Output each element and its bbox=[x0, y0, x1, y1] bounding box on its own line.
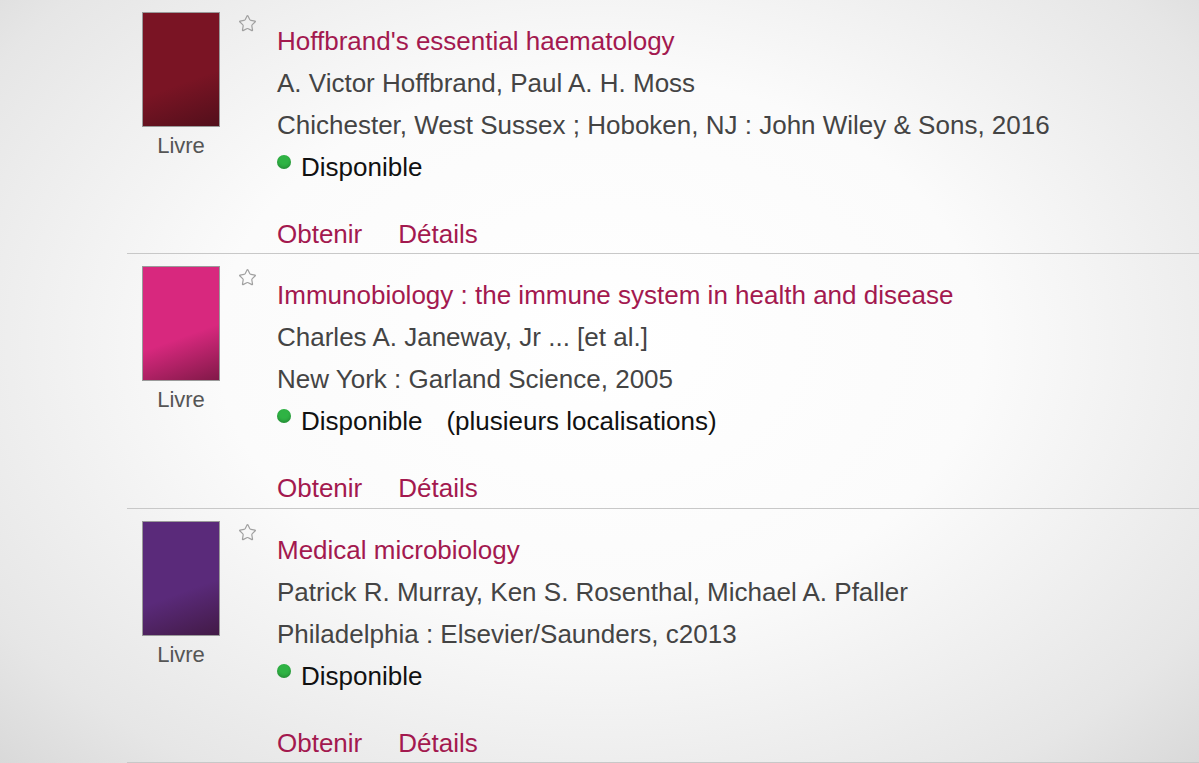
result-publication: New York : Garland Science, 2005 bbox=[277, 358, 953, 400]
book-cover[interactable] bbox=[142, 266, 220, 381]
type-label: Livre bbox=[157, 642, 205, 668]
action-link[interactable]: Obtenir bbox=[277, 467, 362, 509]
result-body: Hoffbrand's essential haematologyA. Vict… bbox=[277, 20, 1050, 255]
availability: Disponible bbox=[277, 146, 1050, 188]
result-title[interactable]: Immunobiology : the immune system in hea… bbox=[277, 274, 953, 316]
action-link[interactable]: Détails bbox=[398, 467, 477, 509]
availability: Disponible (plusieurs localisations) bbox=[277, 400, 953, 442]
cover-column: Livre bbox=[142, 12, 220, 159]
favorite-button[interactable] bbox=[238, 268, 258, 287]
favorite-button[interactable] bbox=[238, 14, 258, 33]
result-body: Immunobiology : the immune system in hea… bbox=[277, 274, 953, 509]
result-authors: A. Victor Hoffbrand, Paul A. H. Moss bbox=[277, 62, 1050, 104]
result-publication: Philadelphia : Elsevier/Saunders, c2013 bbox=[277, 613, 908, 655]
result-authors: Charles A. Janeway, Jr ... [et al.] bbox=[277, 316, 953, 358]
result-title[interactable]: Medical microbiology bbox=[277, 529, 908, 571]
cover-column: Livre bbox=[142, 521, 220, 668]
result-actions: Obtenir Détails bbox=[277, 213, 1050, 255]
results-list: Livre Hoffbrand's essential haematologyA.… bbox=[0, 0, 1199, 763]
result-actions: Obtenir Détails bbox=[277, 467, 953, 509]
star-icon[interactable] bbox=[238, 523, 257, 542]
type-label: Livre bbox=[157, 133, 205, 159]
availability-dot-icon bbox=[277, 155, 291, 169]
availability-dot-icon bbox=[277, 664, 291, 678]
cover-column: Livre bbox=[142, 266, 220, 413]
action-link[interactable]: Détails bbox=[398, 722, 477, 763]
action-link[interactable]: Obtenir bbox=[277, 213, 362, 255]
availability-dot-icon bbox=[277, 409, 291, 423]
favorite-button[interactable] bbox=[238, 523, 258, 542]
availability-text: Disponible bbox=[301, 655, 422, 697]
result-actions: Obtenir Détails bbox=[277, 722, 908, 763]
type-label: Livre bbox=[157, 387, 205, 413]
result-publication: Chichester, West Sussex ; Hoboken, NJ : … bbox=[277, 104, 1050, 146]
location-note: (plusieurs localisations) bbox=[446, 400, 716, 442]
result-row: Livre Medical microbiologyPatrick R. Murr… bbox=[127, 509, 1199, 763]
result-body: Medical microbiologyPatrick R. Murray, K… bbox=[277, 529, 908, 763]
availability-text: Disponible bbox=[301, 400, 422, 442]
action-link[interactable]: Obtenir bbox=[277, 722, 362, 763]
availability: Disponible bbox=[277, 655, 908, 697]
result-row: Livre Hoffbrand's essential haematologyA.… bbox=[127, 0, 1199, 254]
star-icon[interactable] bbox=[238, 14, 257, 33]
star-icon[interactable] bbox=[238, 268, 257, 287]
action-link[interactable]: Détails bbox=[398, 213, 477, 255]
result-row: Livre Immunobiology : the immune system i… bbox=[127, 254, 1199, 508]
book-cover[interactable] bbox=[142, 521, 220, 636]
result-title[interactable]: Hoffbrand's essential haematology bbox=[277, 20, 1050, 62]
result-authors: Patrick R. Murray, Ken S. Rosenthal, Mic… bbox=[277, 571, 908, 613]
book-cover[interactable] bbox=[142, 12, 220, 127]
availability-text: Disponible bbox=[301, 146, 422, 188]
